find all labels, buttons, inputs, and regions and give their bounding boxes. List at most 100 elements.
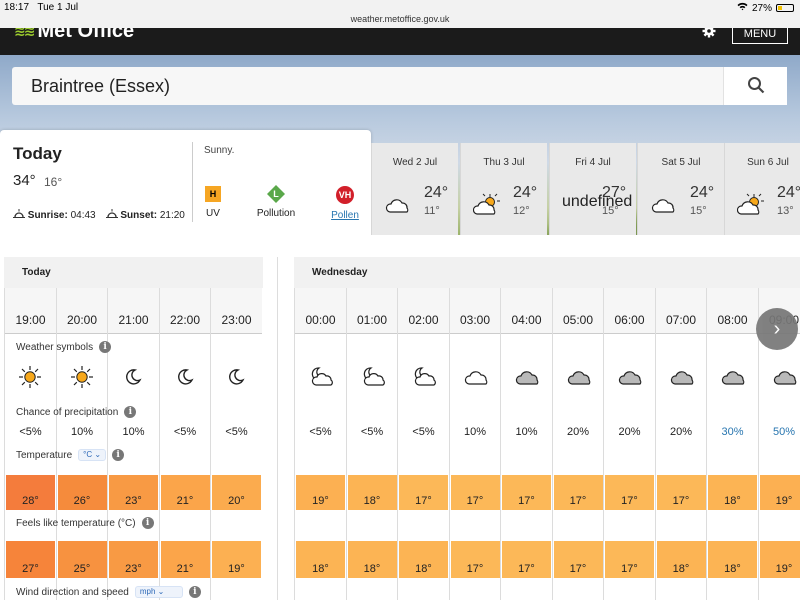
gear-icon[interactable] [702,28,718,42]
temperature-cell: 23° [109,475,158,510]
today-min-temp: 16° [44,175,63,189]
precip-chance: <5% [360,426,384,438]
today-description: Sunny. [204,145,235,156]
temperature-cell: 21° [160,475,210,510]
temperature-unit-select[interactable]: °C ⌄ [78,449,107,461]
pollen-link[interactable]: Pollen [315,210,375,221]
address-bar[interactable]: weather.metoffice.gov.uk [0,14,800,24]
row-label-wind: Wind direction and speed mph ⌄ i [16,586,201,598]
day-tab[interactable]: Wed 2 Jul 24° 11° [371,143,458,235]
temperature-cell: 17° [656,475,706,510]
battery-percent: 27% [751,2,772,14]
pollen-indicator[interactable]: VH Pollen [315,186,375,221]
info-icon[interactable]: i [188,586,201,598]
wifi-icon [737,2,748,14]
pollution-badge: L [267,185,285,203]
logo-text: Met Office [37,28,135,42]
temperature-cell: 19° [296,475,345,510]
precip-chance: <5% [19,426,42,438]
temperature-cell: 17° [605,475,654,510]
precip-chance: 20% [618,426,641,438]
uv-badge: H [205,186,221,202]
hour-time: 22:00 [159,288,211,334]
hour-time: 23:00 [211,288,262,334]
chevron-down-icon: ⌄ [157,587,165,596]
precip-chance: 20% [566,426,590,438]
search-button[interactable] [723,67,787,105]
info-icon[interactable]: i [124,406,137,418]
feels-like-cell: 23° [109,541,158,578]
feels-like-cell: 19° [759,541,800,578]
clear-night-icon [224,365,248,394]
temperature-cell: 28° [6,475,55,510]
hour-column: 23:00 <5% 20° 19° [210,288,262,600]
feels-like-cell: 17° [605,541,654,578]
row-label-weather-symbols: Weather symbols i [16,341,112,353]
hour-column: 05:00 20% 17° 17° [551,288,604,600]
hour-column: 20:00 10% 26° 25° [55,288,108,600]
day-tab-max: 24° [513,184,538,201]
day-tab[interactable]: Thu 3 Jul 24° 12° [460,143,547,235]
hour-column: 19:00 <5% 28° 27° [4,288,56,600]
precip-chance: 30% [721,426,744,438]
clear-night-icon [121,365,145,394]
feels-like-cell: 18° [708,541,757,578]
day-tab[interactable]: Sat 5 Jul 24° 15° [637,143,724,235]
temperature-cell: 18° [708,475,757,510]
info-icon[interactable]: i [99,341,112,353]
met-office-logo[interactable]: ≋≋ Met Office [14,28,134,43]
overcast-icon [720,365,748,394]
hour-time: 03:00 [449,288,501,334]
info-icon[interactable]: i [112,449,125,461]
day-tab-max: 24° [690,184,715,201]
partly-cloudy-night-icon [411,365,439,394]
sun-times: Sunrise: 04:43 Sunset: 21:20 [13,209,185,221]
wind-unit-select[interactable]: mph ⌄ [134,586,183,598]
precip-chance: <5% [225,426,248,438]
hour-time: 07:00 [655,288,707,334]
hour-column: 07:00 20% 17° 18° [654,288,707,600]
location-search-input[interactable] [12,67,723,105]
temperature-cell: 26° [57,475,107,510]
status-bar: 18:17 Tue 1 Jul weather.metoffice.gov.uk… [0,0,800,28]
status-time: 18:17 Tue 1 Jul [4,2,79,13]
sunny-intervals-icon [472,193,501,222]
precip-chance: 10% [122,426,145,438]
day-tab-min: 15° [690,205,707,217]
cloud-icon [463,365,491,394]
search-icon [747,76,765,97]
uv-indicator: H UV [183,186,243,219]
precip-chance: 10% [70,426,94,438]
site-header: ≋≋ Met Office MENU [0,28,800,55]
menu-button[interactable]: MENU [732,28,788,44]
hour-column: 03:00 10% 17° 17° [448,288,501,600]
precip-chance: 10% [515,426,538,438]
hour-column: 22:00 <5% 21° 21° [158,288,211,600]
temperature-cell: 18° [347,475,397,510]
temperature-cell: 17° [553,475,603,510]
day-tab[interactable]: Fri 4 Jul undefined 27° 15° [549,143,636,235]
overcast-icon [772,365,800,394]
day-tab[interactable]: Sun 6 Jul 24° 13° [724,143,800,235]
hour-time: 06:00 [604,288,655,334]
hour-column: 04:00 10% 17° 17° [500,288,552,600]
overcast-icon [669,365,697,394]
hour-column: 01:00 <5% 18° 18° [345,288,398,600]
day-tab-min: 13° [777,205,794,217]
day-tab-max: 24° [777,184,800,201]
next-hours-button[interactable]: › [756,308,798,350]
temperature-cell: 17° [502,475,551,510]
location-search [12,67,787,105]
feels-like-cell: 18° [399,541,448,578]
hour-time: 20:00 [56,288,108,334]
temperature-cell: 20° [212,475,261,510]
partly-cloudy-night-icon [308,365,336,394]
row-label-precipitation: Chance of precipitation i [16,406,137,418]
pollution-indicator: L Pollution [246,185,306,219]
today-max-temp: 34° [13,172,36,189]
info-icon[interactable]: i [141,517,154,529]
day-tab-max: 24° [424,184,449,201]
logo-mark-icon: ≋≋ [14,28,36,39]
cloudy-icon [384,193,412,222]
day-tab-name: Sun 6 Jul [747,157,789,168]
